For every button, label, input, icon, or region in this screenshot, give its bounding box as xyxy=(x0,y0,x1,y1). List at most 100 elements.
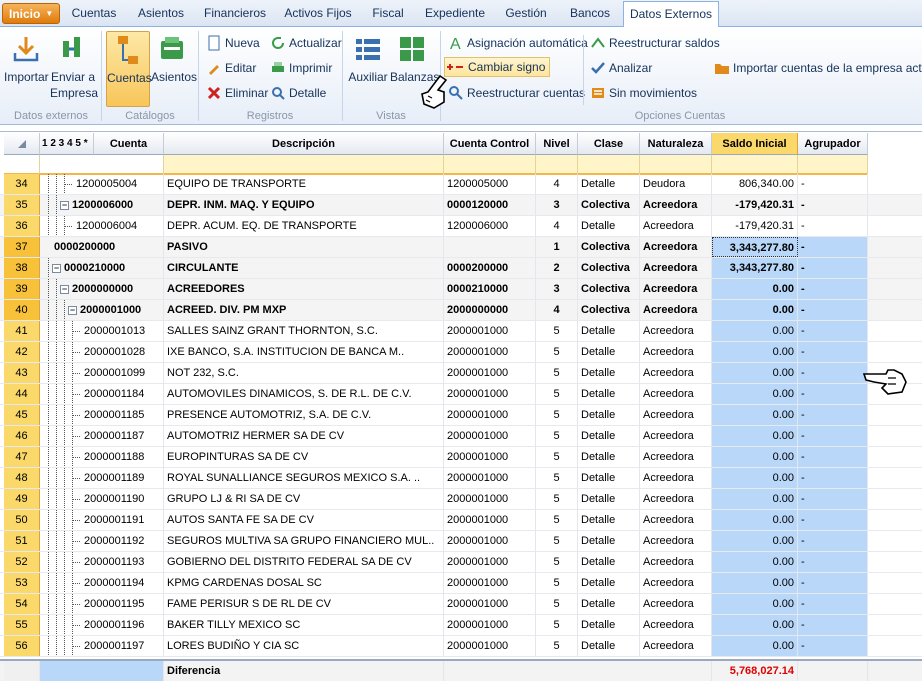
clase-value: Detalle xyxy=(578,384,640,404)
tab-datos-externos[interactable]: Datos Externos xyxy=(623,1,719,29)
filter-naturaleza[interactable] xyxy=(640,155,712,175)
tree-branch-line xyxy=(72,520,80,521)
table-row[interactable]: 40−2000001000 ACREED. DIV. PM MXP 20000000… xyxy=(0,300,922,321)
asientos-button[interactable]: Asientos xyxy=(151,31,197,85)
descripcion-value: BAKER TILLY MEXICO SC xyxy=(164,615,444,635)
tab-bancos[interactable]: Bancos xyxy=(562,0,618,27)
auxiliar-button[interactable]: Auxiliar xyxy=(348,31,388,85)
table-row[interactable]: 45 2000001185 PRESENCE AUTOMOTRIZ, S.A. DE… xyxy=(0,405,922,426)
tab-fiscal[interactable]: Fiscal xyxy=(364,0,412,27)
filter-cuenta-control[interactable] xyxy=(444,155,536,175)
imprimir-button[interactable]: Imprimir xyxy=(270,58,332,78)
table-row[interactable]: 54 2000001195 FAME PERISUR S DE RL DE CV 20… xyxy=(0,594,922,615)
table-row[interactable]: 50 2000001191 AUTOS SANTA FE SA DE CV 20000… xyxy=(0,510,922,531)
table-row[interactable]: 35−1200006000 DEPR. INM. MAQ. Y EQUIPO 000… xyxy=(0,195,922,216)
col-saldo-inicial[interactable]: Saldo Inicial xyxy=(712,133,798,155)
table-row[interactable]: 53 2000001194 KPMG CARDENAS DOSAL SC 200000… xyxy=(0,573,922,594)
reestructurar-saldos-button[interactable]: Reestructurar saldos xyxy=(590,33,720,53)
table-row[interactable]: 51 2000001192 SEGUROS MULTIVA SA GRUPO FIN… xyxy=(0,531,922,552)
detalle-button[interactable]: Detalle xyxy=(270,83,326,103)
inicio-button[interactable]: Inicio ▼ xyxy=(2,3,60,24)
naturaleza-value: Acreedora xyxy=(640,342,712,362)
filter-cuenta[interactable] xyxy=(40,155,164,175)
cuenta-value: 2000001099 xyxy=(84,367,146,379)
tab-gestion[interactable]: Gestión xyxy=(498,0,554,27)
sin-movimientos-button[interactable]: Sin movimientos xyxy=(590,83,697,103)
collapse-icon[interactable]: − xyxy=(60,201,69,210)
collapse-icon[interactable]: − xyxy=(60,285,69,294)
filter-clase[interactable] xyxy=(578,155,640,175)
footer-indicator xyxy=(4,661,40,681)
col-nivel[interactable]: Nivel xyxy=(536,133,578,155)
table-row[interactable]: 34 1200005004 EQUIPO DE TRANSPORTE 12000050… xyxy=(0,174,922,195)
filter-agrupador[interactable] xyxy=(798,155,868,175)
row-number: 45 xyxy=(4,405,40,425)
col-descripcion[interactable]: Descripción xyxy=(164,133,444,155)
level-selector[interactable]: 1 2 3 4 5 * xyxy=(40,133,94,155)
tree-cell: 2000001192 xyxy=(40,531,164,551)
col-cuenta[interactable]: Cuenta xyxy=(94,133,164,155)
table-row[interactable]: 56 2000001197 LORES BUDIÑO Y CIA SC 2000001… xyxy=(0,636,922,657)
cambiar-signo-button[interactable]: Cambiar signo xyxy=(444,57,551,77)
naturaleza-value: Acreedora xyxy=(640,468,712,488)
collapse-icon[interactable]: − xyxy=(52,264,61,273)
clase-value: Detalle xyxy=(578,636,640,656)
table-row[interactable]: 41 2000001013 SALLES SAINZ GRANT THORNTON,… xyxy=(0,321,922,342)
cuentas-button[interactable]: Cuentas xyxy=(106,31,152,107)
row-number: 54 xyxy=(4,594,40,614)
table-row[interactable]: 43 2000001099 NOT 232, S.C. 2000001000 5 Deta… xyxy=(0,363,922,384)
saldo-inicial-value: 0.00 xyxy=(712,531,798,551)
table-row[interactable]: 49 2000001190 GRUPO LJ & RI SA DE CV 200000… xyxy=(0,489,922,510)
tree-cell: 2000001013 xyxy=(40,321,164,341)
tab-expediente[interactable]: Expediente xyxy=(420,0,490,27)
tab-financieros[interactable]: Financieros xyxy=(198,0,272,27)
table-row[interactable]: 48 2000001189 ROYAL SUNALLIANCE SEGUROS ME… xyxy=(0,468,922,489)
actualizar-button[interactable]: Actualizar xyxy=(270,33,342,53)
table-row[interactable]: 38−0000210000 CIRCULANTE 0000200000 2 Colect… xyxy=(0,258,922,279)
clase-value: Colectiva xyxy=(578,237,640,257)
tab-activos-fijos[interactable]: Activos Fijos xyxy=(280,0,356,27)
reestructurar-cuentas-button[interactable]: Reestructurar cuentas xyxy=(448,83,585,103)
importar-button[interactable]: Importar xyxy=(4,31,49,85)
nivel-value: 3 xyxy=(536,279,578,299)
table-row[interactable]: 39−2000000000 ACREEDORES 0000210000 3 Colect… xyxy=(0,279,922,300)
agrupador-value: - xyxy=(798,426,868,446)
editar-button[interactable]: Editar xyxy=(206,58,256,78)
col-naturaleza[interactable]: Naturaleza xyxy=(640,133,712,155)
table-row[interactable]: 42 2000001028 IXE BANCO, S.A. INSTITUCION … xyxy=(0,342,922,363)
analizar-button[interactable]: Analizar xyxy=(590,58,652,78)
filter-nivel[interactable] xyxy=(536,155,578,175)
filter-saldo-inicial[interactable] xyxy=(712,155,798,175)
tree-guide-line xyxy=(56,405,57,425)
eliminar-button[interactable]: Eliminar xyxy=(206,83,268,103)
table-row[interactable]: 36 1200006004 DEPR. ACUM. EQ. DE TRANSPORT… xyxy=(0,216,922,237)
saldo-inicial-value: 0.00 xyxy=(712,615,798,635)
enviar-empresa-button[interactable]: Enviar a Empresa xyxy=(50,31,98,101)
table-row[interactable]: 44 2000001184 AUTOMOVILES DINAMICOS, S. DE… xyxy=(0,384,922,405)
grid-corner xyxy=(4,133,40,155)
table-row[interactable]: 47 2000001188 EUROPINTURAS SA DE CV 2000001… xyxy=(0,447,922,468)
saldo-inicial-value: 0.00 xyxy=(712,510,798,530)
nueva-button[interactable]: Nueva xyxy=(206,33,260,53)
asignacion-automatica-button[interactable]: A Asignación automática xyxy=(448,33,588,53)
row-number: 52 xyxy=(4,552,40,572)
tree-guide-line xyxy=(48,258,49,278)
tab-cuentas[interactable]: Cuentas xyxy=(64,0,124,27)
filter-descripcion[interactable] xyxy=(164,155,444,175)
col-cuenta-control[interactable]: Cuenta Control xyxy=(444,133,536,155)
col-agrupador[interactable]: Agrupador xyxy=(798,133,868,155)
table-row[interactable]: 52 2000001193 GOBIERNO DEL DISTRITO FEDERA… xyxy=(0,552,922,573)
tab-asientos[interactable]: Asientos xyxy=(130,0,192,27)
table-row[interactable]: 46 2000001187 AUTOMOTRIZ HERMER SA DE CV 20… xyxy=(0,426,922,447)
nivel-value: 5 xyxy=(536,531,578,551)
importar-cuentas-empresa-button[interactable]: Importar cuentas de la empresa actual xyxy=(714,58,922,78)
col-clase[interactable]: Clase xyxy=(578,133,640,155)
footer-agrupador xyxy=(798,661,868,681)
cuenta-value: 2000001196 xyxy=(84,619,145,631)
tree-guide-line xyxy=(56,531,57,551)
table-row[interactable]: 55 2000001196 BAKER TILLY MEXICO SC 2000001… xyxy=(0,615,922,636)
table-row[interactable]: 37 0000200000 PASIVO 1 Colectiva Acreedora 3,3… xyxy=(0,237,922,258)
filter-row-indicator xyxy=(4,155,40,175)
clase-value: Colectiva xyxy=(578,258,640,278)
collapse-icon[interactable]: − xyxy=(68,306,77,315)
